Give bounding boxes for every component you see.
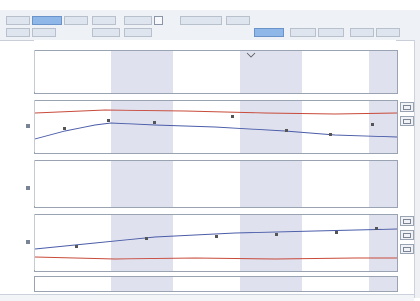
toolbar (0, 10, 420, 41)
zoom-icon[interactable] (400, 216, 414, 226)
tool-button-5[interactable] (124, 16, 152, 25)
y-axis-panel-1 (22, 50, 35, 92)
square-marker-icon (26, 186, 30, 190)
tool-button-7[interactable] (226, 16, 250, 25)
tool-button-2[interactable] (32, 16, 62, 25)
tool-button-9[interactable] (6, 28, 30, 37)
tool-button-8[interactable] (254, 28, 284, 37)
square-marker-icon (26, 124, 30, 128)
data-point (275, 233, 278, 236)
event-track (246, 52, 256, 58)
data-point (75, 245, 78, 248)
data-point (215, 235, 218, 238)
zoom-icon[interactable] (400, 230, 414, 240)
data-point (285, 129, 288, 132)
plot-panel-3 (34, 160, 398, 208)
data-point (145, 237, 148, 240)
data-point (329, 133, 332, 136)
window-titlebar (0, 0, 420, 10)
plot-panel-1 (34, 50, 398, 94)
tool-button-6[interactable] (180, 16, 222, 25)
blue-series-line (35, 228, 397, 250)
blue-series-line (35, 122, 397, 140)
plot-panel-5 (34, 276, 398, 292)
vertical-scrollbar[interactable] (414, 40, 420, 298)
tool-button-10[interactable] (32, 28, 56, 37)
data-point (231, 115, 234, 118)
tool-button-12[interactable] (124, 28, 152, 37)
plot-panel-4 (34, 214, 398, 272)
tool-button-4[interactable] (92, 16, 116, 25)
data-point (335, 231, 338, 234)
zoom-icon[interactable] (400, 116, 414, 126)
data-point (107, 119, 110, 122)
data-point (371, 123, 374, 126)
tool-button-16[interactable] (376, 28, 400, 37)
tool-button-3[interactable] (64, 16, 88, 25)
tool-button-11[interactable] (92, 28, 120, 37)
tool-button-13[interactable] (290, 28, 316, 37)
event-marker (246, 52, 256, 58)
plot-panel-2 (34, 100, 398, 154)
square-marker-icon (26, 240, 30, 244)
tool-button-14[interactable] (318, 28, 344, 37)
toolbar-icon[interactable] (154, 16, 163, 25)
red-series-line (35, 109, 397, 115)
red-series-line (35, 256, 397, 260)
data-point (375, 227, 378, 230)
y-axis-panel-3 (22, 160, 35, 206)
data-point (153, 121, 156, 124)
data-point (63, 127, 66, 130)
tool-button-15[interactable] (350, 28, 374, 37)
zoom-icon[interactable] (400, 102, 414, 112)
zoom-icon[interactable] (400, 244, 414, 254)
tool-button-1[interactable] (6, 16, 30, 25)
